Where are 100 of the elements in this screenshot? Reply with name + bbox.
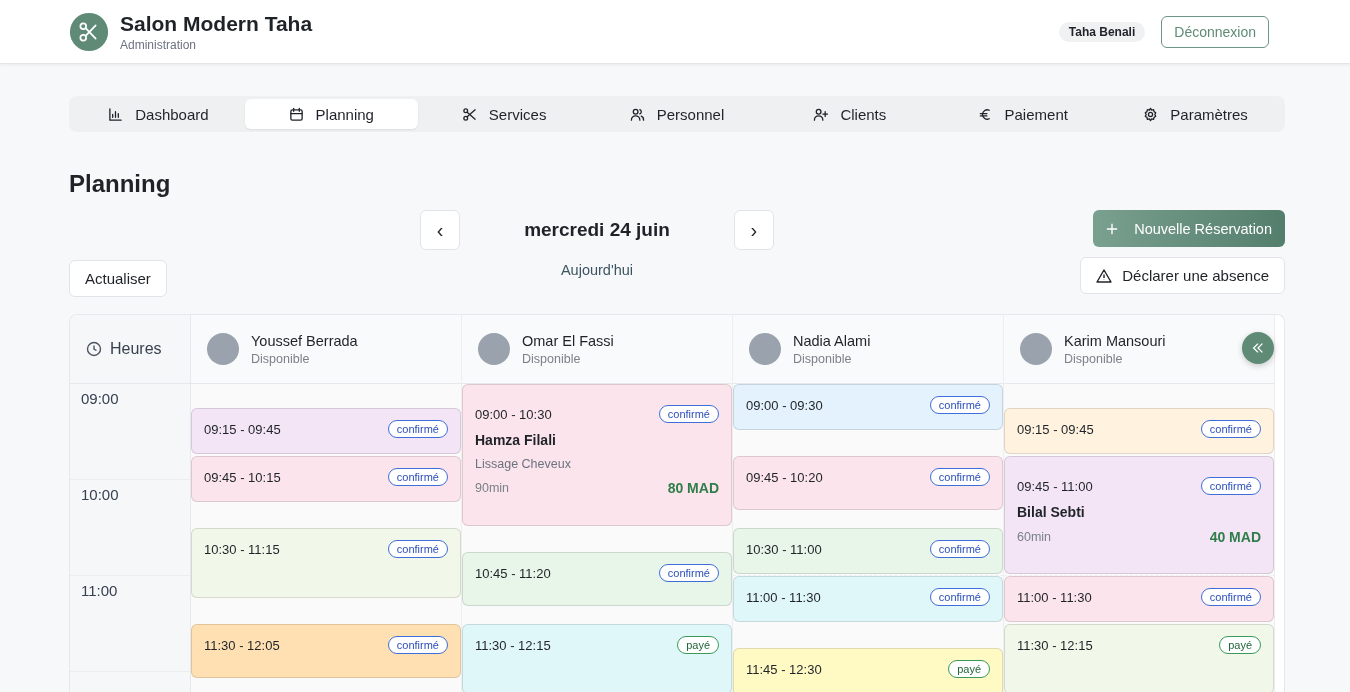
appointment-card[interactable]: 11:30 - 12:05 confirmé [191,624,461,678]
staff-name: Nadia Alami [793,332,871,349]
staff-name: Karim Mansouri [1064,332,1166,349]
client-name: Bilal Sebti [1017,504,1086,520]
appointment-card[interactable]: 11:30 - 12:15 payé [462,624,732,692]
today-link[interactable]: Aujourd'hui [560,262,634,278]
appointment-time: 11:30 - 12:15 [475,637,551,653]
appointment-time: 09:00 - 09:30 [746,397,823,413]
salon-title: Salon Modern Taha [120,11,313,36]
next-day-button[interactable]: › [733,210,774,250]
nav-tab[interactable]: Personnel [590,99,764,129]
bar-chart-icon [108,106,124,122]
status-badge: payé [1219,636,1261,654]
status-badge: confirmé [1200,588,1261,606]
appointment-card[interactable]: 10:30 - 11:00 confirmé [733,528,1003,574]
double-chevron-left-icon [1251,341,1265,355]
appointment-card[interactable]: 09:15 - 09:45 confirmé [191,408,461,454]
declare-absence-button[interactable]: Déclarer une absence [1080,257,1285,294]
nav-tab[interactable]: Clients [763,99,937,129]
hours-heading: Heures [110,340,162,358]
status-badge: confirmé [929,588,990,606]
hour-label: 10:00 [81,486,119,503]
plus-icon [1106,222,1119,235]
euro-icon [977,106,993,122]
nav-tab[interactable]: Services [417,99,591,129]
user-name-badge: Taha Benali [1058,21,1146,42]
status-badge: payé [948,660,990,678]
appointment-time: 09:00 - 10:30 [475,406,552,422]
appointment-card[interactable]: 09:00 - 10:30 confirmé Hamza Filali Lissage Cheveux 90min 80 MAD [462,384,732,526]
avatar-placeholder [478,333,510,365]
status-badge: confirmé [658,405,719,423]
appointment-time: 09:45 - 10:20 [746,469,823,485]
status-badge: confirmé [929,468,990,486]
status-badge: confirmé [387,636,448,654]
appointment-time: 09:15 - 09:45 [1017,421,1094,437]
appointment-time: 11:00 - 11:30 [1017,589,1092,605]
appointment-time: 11:45 - 12:30 [746,661,822,677]
status-badge: payé [677,636,719,654]
salon-subtitle: Administration [120,37,198,52]
appointment-time: 09:45 - 11:00 [1017,478,1093,494]
status-badge: confirmé [387,420,448,438]
staff-status: Disponible [522,351,582,366]
appointment-card[interactable]: 11:30 - 12:15 payé [1004,624,1274,692]
appointment-time: 09:15 - 09:45 [204,421,281,437]
appointment-time: 11:30 - 12:15 [1017,637,1093,653]
staff-name: Omar El Fassi [522,332,614,349]
price: 40 MAD [1209,529,1261,545]
logout-button[interactable]: Déconnexion [1161,15,1269,48]
calendar-icon [288,106,304,122]
avatar-placeholder [749,333,781,365]
appointment-time: 09:45 - 10:15 [204,469,281,485]
status-badge: confirmé [387,540,448,558]
status-badge: confirmé [929,540,990,558]
collapse-button[interactable] [1242,332,1274,364]
appointment-card[interactable]: 09:00 - 09:30 confirmé [733,384,1003,430]
appointment-card[interactable]: 09:45 - 10:20 confirmé [733,456,1003,510]
status-badge: confirmé [658,564,719,582]
nav-tab[interactable]: Paiement [936,99,1110,129]
avatar-placeholder [1020,333,1052,365]
appointment-card[interactable]: 11:00 - 11:30 confirmé [733,576,1003,622]
nav-tab[interactable]: Dashboard [72,99,245,129]
appointment-time: 10:30 - 11:15 [204,541,280,557]
hour-label: 09:00 [81,390,119,407]
appointment-card[interactable]: 11:00 - 11:30 confirmé [1004,576,1274,622]
users-icon [629,106,645,122]
status-badge: confirmé [929,396,990,414]
staff-status: Disponible [251,351,311,366]
service-name: Lissage Cheveux [475,457,572,471]
appointment-card[interactable]: 09:15 - 09:45 confirmé [1004,408,1274,454]
staff-status: Disponible [1064,351,1124,366]
page-title: Planning [69,170,172,198]
user-plus-icon [813,106,829,122]
scissors-logo-icon [68,10,110,53]
client-name: Hamza Filali [475,432,557,448]
status-badge: confirmé [1200,420,1261,438]
settings-icon [1143,106,1159,122]
appointment-card[interactable]: 10:30 - 11:15 confirmé [191,528,461,598]
appointment-card[interactable]: 09:45 - 10:15 confirmé [191,456,461,502]
refresh-button[interactable]: Actualiser [69,260,167,297]
warning-icon [1096,267,1113,284]
previous-day-button[interactable]: ‹ [420,210,461,250]
duration: 60min [1017,530,1052,544]
nav-tab[interactable]: Paramètres [1109,99,1282,129]
appointment-card[interactable]: 10:45 - 11:20 confirmé [462,552,732,606]
appointment-time: 10:45 - 11:20 [475,565,551,581]
duration: 90min [475,481,510,495]
staff-status: Disponible [793,351,853,366]
appointment-card[interactable]: 11:45 - 12:30 payé [733,648,1003,692]
nav-tab[interactable]: Planning [244,99,418,129]
status-badge: confirmé [387,468,448,486]
current-date: mercredi 24 juin [524,219,670,241]
appointment-time: 10:30 - 11:00 [746,541,822,557]
hour-label: 11:00 [81,582,118,599]
price: 80 MAD [667,480,719,496]
new-booking-button[interactable]: Nouvelle Réservation [1093,210,1285,247]
appointment-time: 11:30 - 12:05 [204,637,280,653]
scissors-icon [461,106,477,122]
appointment-card[interactable]: 09:45 - 11:00 confirmé Bilal Sebti 60min 40 MAD [1004,456,1274,574]
avatar-placeholder [207,333,239,365]
appointment-time: 11:00 - 11:30 [746,589,821,605]
